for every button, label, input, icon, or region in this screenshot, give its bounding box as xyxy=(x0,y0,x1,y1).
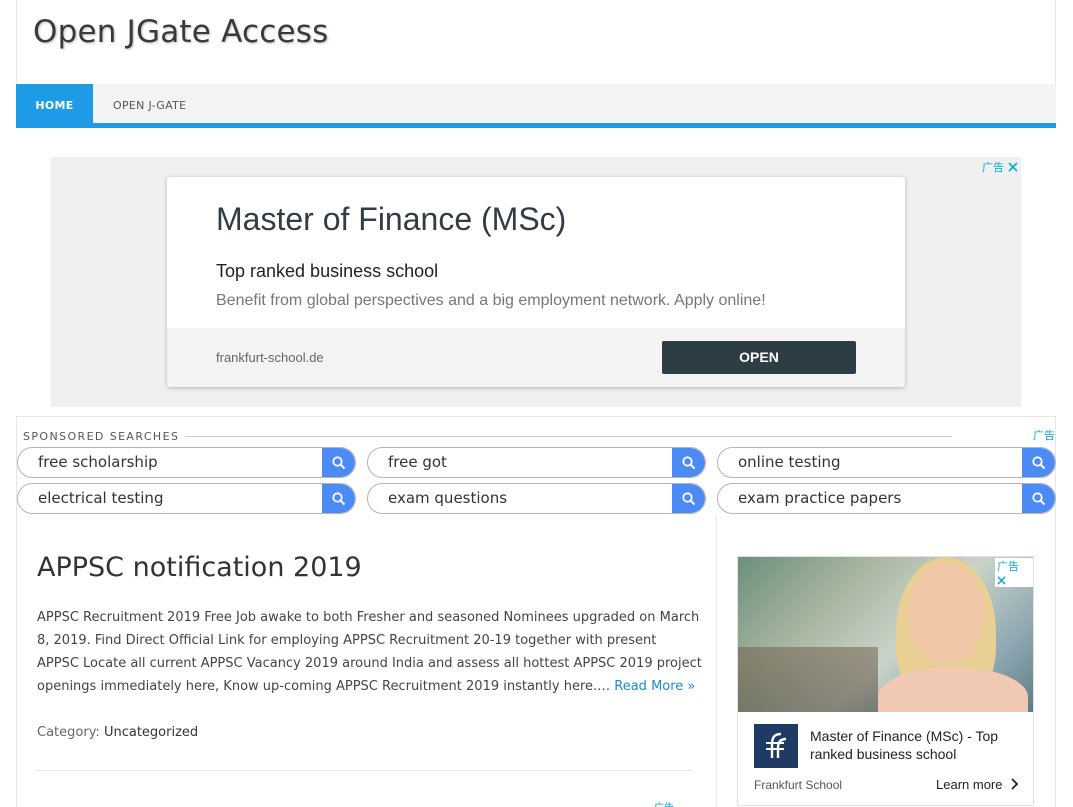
search-icon xyxy=(1031,491,1045,505)
search-pill-label: free got xyxy=(388,453,447,471)
ad-subtitle: Top ranked business school xyxy=(216,261,439,281)
search-pill-label: exam questions xyxy=(388,489,508,507)
ad-badge-label: 广告 xyxy=(997,560,1019,573)
site-header: Open JGate Access xyxy=(16,0,1056,84)
ad-domain: frankfurt-school.de xyxy=(216,350,324,365)
chevron-right-icon xyxy=(1011,778,1019,790)
learn-more-label: Learn more xyxy=(936,777,1003,792)
category-link[interactable]: Uncategorized xyxy=(104,725,198,740)
sidebar-ad-brand: Frankfurt School xyxy=(754,778,843,792)
learn-more-button[interactable]: Learn more xyxy=(936,777,1020,792)
post-excerpt-text: APPSC Recruitment 2019 Free Job awake to… xyxy=(37,610,702,694)
ad-headline[interactable]: Master of Finance (MSc) xyxy=(216,201,566,238)
ad-photo[interactable] xyxy=(738,557,1033,712)
sponsored-searches: SPONSORED SEARCHES 广告 free scholarship f… xyxy=(16,416,1056,516)
ad-choices-badge[interactable]: 广告 xyxy=(982,159,1018,175)
search-pill[interactable]: free got xyxy=(367,447,706,478)
ad-card[interactable]: Master of Finance (MSc) Top ranked busin… xyxy=(167,177,905,387)
search-pill[interactable]: electrical testing xyxy=(17,483,356,514)
top-ad-banner[interactable]: 广告 Master of Finance (MSc) Top ranked bu… xyxy=(51,157,1021,407)
read-more-link[interactable]: Read More » xyxy=(614,679,695,694)
main-nav: HOME OPEN J-GATE xyxy=(16,84,1056,128)
ad-open-button[interactable]: OPEN xyxy=(662,341,856,374)
search-icon xyxy=(681,455,695,469)
sponsored-searches-label: SPONSORED SEARCHES xyxy=(23,430,186,443)
search-pill[interactable]: free scholarship xyxy=(17,447,356,478)
search-pill[interactable]: exam practice papers xyxy=(717,483,1056,514)
ad-choices-badge[interactable]: 广告 xyxy=(995,558,1033,587)
ad-footer: frankfurt-school.de OPEN xyxy=(167,328,905,387)
search-button[interactable] xyxy=(322,448,355,477)
post-excerpt: APPSC Recruitment 2019 Free Job awake to… xyxy=(37,606,702,698)
close-icon[interactable] xyxy=(1007,162,1018,172)
frankfurt-school-logo[interactable] xyxy=(754,724,798,768)
ad-photo-face xyxy=(908,563,984,663)
sidebar: 广告 Master of Finance (MSc) - Top ranked … xyxy=(716,516,1056,807)
post-category: Category: Uncategorized xyxy=(37,725,198,740)
search-pill[interactable]: exam questions xyxy=(367,483,706,514)
ad-photo-background xyxy=(738,647,878,712)
search-icon xyxy=(331,455,345,469)
sponsored-ad-badge[interactable]: 广告 xyxy=(1033,427,1055,443)
main-content: APPSC notification 2019 APPSC Recruitmen… xyxy=(16,516,716,807)
search-button[interactable] xyxy=(1022,484,1055,513)
bottom-ad-badge[interactable]: 广告 xyxy=(654,799,674,807)
sidebar-ad[interactable]: 广告 Master of Finance (MSc) - Top ranked … xyxy=(737,556,1034,806)
post-title[interactable]: APPSC notification 2019 xyxy=(37,552,362,583)
category-label: Category: xyxy=(37,725,100,740)
ad-badge-label: 广告 xyxy=(654,803,674,807)
ad-description: Benefit from global perspectives and a b… xyxy=(216,292,766,309)
search-icon xyxy=(331,491,345,505)
search-pill-label: online testing xyxy=(738,453,841,471)
nav-item-open-jgate[interactable]: OPEN J-GATE xyxy=(113,84,186,128)
search-button[interactable] xyxy=(1022,448,1055,477)
search-icon xyxy=(681,491,695,505)
search-button[interactable] xyxy=(322,484,355,513)
search-pill-label: exam practice papers xyxy=(738,489,902,507)
search-pill-label: free scholarship xyxy=(38,453,158,471)
post-divider xyxy=(37,770,693,771)
search-button[interactable] xyxy=(672,484,705,513)
sidebar-ad-title[interactable]: Master of Finance (MSc) - Top ranked bus… xyxy=(810,727,1025,763)
sponsored-divider xyxy=(167,436,952,437)
close-icon[interactable] xyxy=(997,576,1006,585)
search-pill-label: electrical testing xyxy=(38,489,164,507)
search-icon xyxy=(1031,455,1045,469)
site-title[interactable]: Open JGate Access xyxy=(33,14,328,50)
search-pill[interactable]: online testing xyxy=(717,447,1056,478)
nav-item-home[interactable]: HOME xyxy=(16,84,93,128)
logo-mark-icon xyxy=(766,732,787,758)
ad-badge-label: 广告 xyxy=(982,161,1004,174)
search-button[interactable] xyxy=(672,448,705,477)
